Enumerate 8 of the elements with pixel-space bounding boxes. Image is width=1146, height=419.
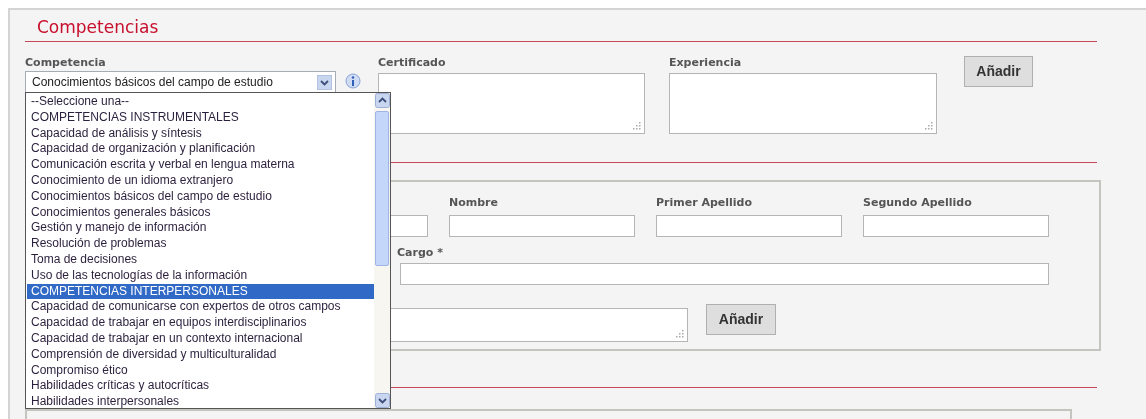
field-label: Experiencia	[669, 56, 743, 70]
field-label: Primer Apellido	[656, 196, 754, 211]
field-label: Cargo *	[397, 246, 444, 261]
field-label: Certificado	[378, 56, 447, 70]
field-label: Nombre	[449, 196, 499, 211]
field-label: Competencia	[25, 56, 107, 70]
section-title: Competencias	[37, 17, 159, 37]
field-label: Segundo Apellido	[863, 196, 973, 211]
